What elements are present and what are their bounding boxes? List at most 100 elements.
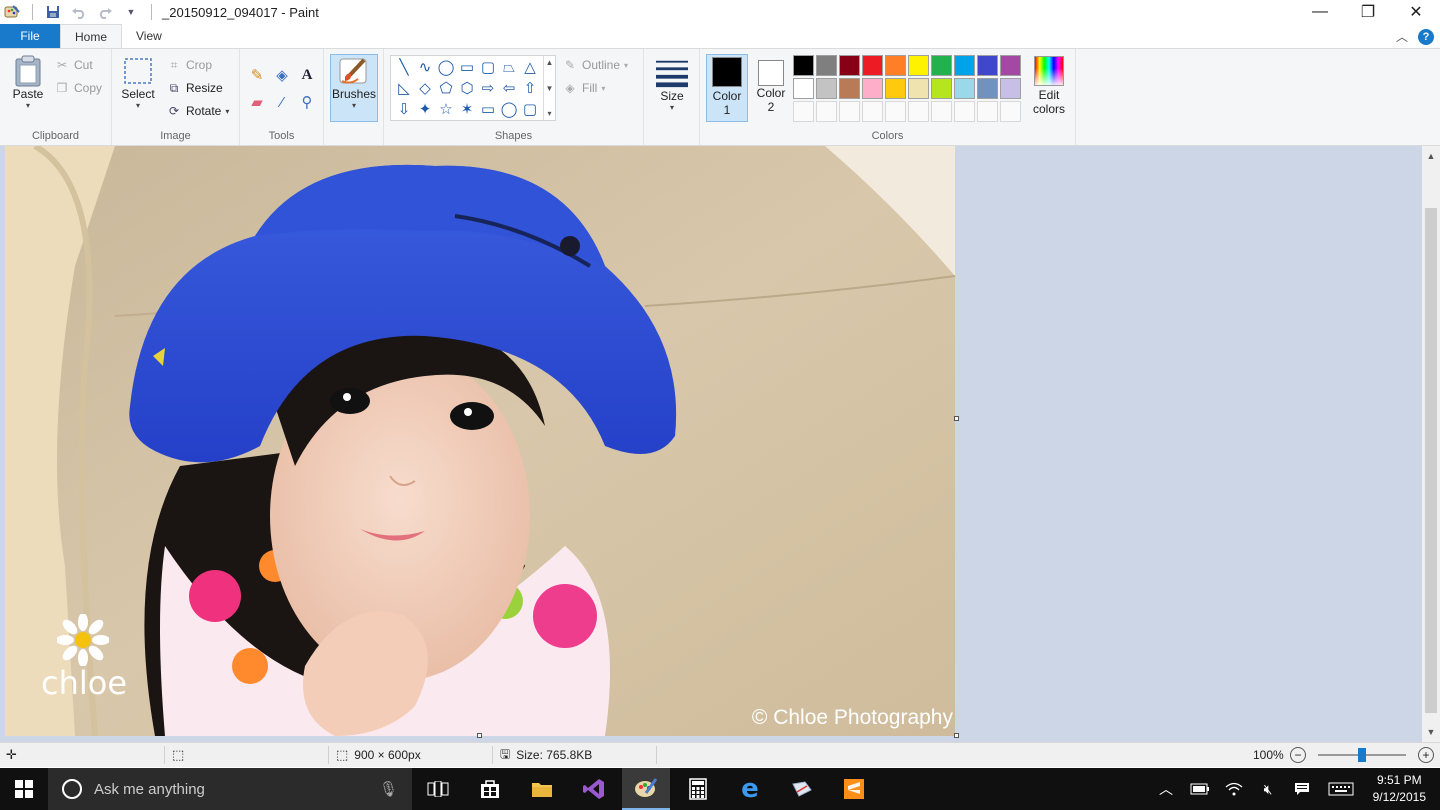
fill-bucket-icon[interactable]: ◈ xyxy=(271,64,293,86)
tab-file[interactable]: File xyxy=(0,24,60,48)
shape-option[interactable]: ⬠ xyxy=(436,78,456,98)
system-clock[interactable]: 9:51 PM 9/12/2015 xyxy=(1373,772,1426,806)
keyboard-icon[interactable] xyxy=(1324,768,1358,810)
task-view-icon[interactable] xyxy=(414,768,462,810)
save-icon[interactable] xyxy=(43,2,63,22)
palette-swatch[interactable] xyxy=(885,101,906,122)
zoom-in-button[interactable]: + xyxy=(1418,747,1434,763)
palette-swatch[interactable] xyxy=(862,55,883,76)
scroll-down-icon[interactable]: ▼ xyxy=(1422,724,1440,740)
fill-button[interactable]: ◈ Fill ▾ xyxy=(562,78,605,98)
text-tool-icon[interactable]: A xyxy=(296,64,318,86)
shape-option[interactable]: ◯ xyxy=(436,57,456,77)
resize-button[interactable]: ⧉ Resize xyxy=(166,78,223,98)
shape-option[interactable]: △ xyxy=(520,57,540,77)
paint-app-icon[interactable] xyxy=(2,2,22,22)
palette-swatch[interactable] xyxy=(1000,78,1021,99)
battery-icon[interactable] xyxy=(1188,768,1212,810)
start-button[interactable] xyxy=(0,768,48,810)
customize-qat-dropdown-icon[interactable]: ▼ xyxy=(121,2,141,22)
palette-swatch[interactable] xyxy=(839,78,860,99)
resize-handle-right[interactable] xyxy=(954,416,959,421)
shape-option[interactable]: ⏢ xyxy=(499,57,519,77)
palette-swatch[interactable] xyxy=(839,55,860,76)
palette-swatch[interactable] xyxy=(885,55,906,76)
shape-option[interactable]: ∿ xyxy=(415,57,435,77)
shape-option[interactable]: ⬡ xyxy=(457,78,477,98)
color2-selector[interactable]: Color 2 xyxy=(750,54,792,122)
shape-option[interactable]: ▭ xyxy=(478,99,498,119)
edit-colors-button[interactable]: Edit colors xyxy=(1027,54,1071,122)
palette-swatch[interactable] xyxy=(931,55,952,76)
palette-swatch[interactable] xyxy=(1000,55,1021,76)
shape-option[interactable]: ⇩ xyxy=(394,99,414,119)
shape-option[interactable]: ▭ xyxy=(457,57,477,77)
copy-button[interactable]: ❐ Copy xyxy=(54,78,102,98)
pencil-icon[interactable]: ✎ xyxy=(246,64,268,86)
shape-option[interactable]: ▢ xyxy=(478,57,498,77)
palette-swatch[interactable] xyxy=(793,55,814,76)
shape-option[interactable]: ⇦ xyxy=(499,78,519,98)
show-hidden-icons-icon[interactable]: ︿ xyxy=(1154,768,1178,810)
sublime-text-icon[interactable] xyxy=(830,768,878,810)
store-icon[interactable] xyxy=(466,768,514,810)
palette-swatch[interactable] xyxy=(793,78,814,99)
shape-option[interactable]: ✶ xyxy=(457,99,477,119)
shape-option[interactable]: ✦ xyxy=(415,99,435,119)
resize-handle-bottom[interactable] xyxy=(477,733,482,738)
rotate-button[interactable]: ⟳ Rotate ▾ xyxy=(166,101,229,121)
palette-swatch[interactable] xyxy=(816,55,837,76)
shape-option[interactable]: ◯ xyxy=(499,99,519,119)
palette-swatch[interactable] xyxy=(908,55,929,76)
shapes-scroll[interactable]: ▲ ▼ ▾ xyxy=(543,56,555,120)
brushes-button[interactable]: Brushes ▾ xyxy=(330,54,378,122)
palette-swatch[interactable] xyxy=(954,78,975,99)
palette-swatch[interactable] xyxy=(839,101,860,122)
size-button[interactable]: Size ▾ xyxy=(652,57,692,112)
palette-swatch[interactable] xyxy=(793,101,814,122)
palette-swatch[interactable] xyxy=(977,78,998,99)
tab-home[interactable]: Home xyxy=(60,24,123,49)
paint-taskbar-icon[interactable] xyxy=(622,768,670,810)
wifi-icon[interactable] xyxy=(1222,768,1246,810)
shape-option[interactable]: ⇧ xyxy=(520,78,540,98)
select-button[interactable]: Select ▾ xyxy=(120,55,156,110)
shape-option[interactable]: ╲ xyxy=(394,57,414,77)
outline-button[interactable]: ✎ Outline ▾ xyxy=(562,55,628,75)
palette-swatch[interactable] xyxy=(931,78,952,99)
shape-option[interactable]: ☆ xyxy=(436,99,456,119)
color-picker-icon[interactable]: ⁄ xyxy=(271,91,293,113)
palette-swatch[interactable] xyxy=(885,78,906,99)
zoom-slider-thumb[interactable] xyxy=(1358,748,1366,762)
palette-swatch[interactable] xyxy=(862,101,883,122)
help-icon[interactable]: ? xyxy=(1418,28,1434,45)
scroll-down-icon[interactable]: ▼ xyxy=(546,84,554,93)
close-button[interactable]: ✕ xyxy=(1392,0,1440,24)
collapse-ribbon-icon[interactable]: ︿ xyxy=(1396,28,1408,45)
vertical-scrollbar[interactable]: ▲ ▼ xyxy=(1422,146,1440,742)
resize-handle-corner[interactable] xyxy=(954,733,959,738)
color1-selector[interactable]: Color 1 xyxy=(706,54,748,122)
scroll-up-icon[interactable]: ▲ xyxy=(546,58,554,67)
palette-swatch[interactable] xyxy=(816,78,837,99)
palette-swatch[interactable] xyxy=(908,78,929,99)
volume-muted-icon[interactable]: 🔇︎ xyxy=(1256,768,1280,810)
zoom-out-button[interactable]: − xyxy=(1290,747,1306,763)
palette-swatch[interactable] xyxy=(816,101,837,122)
minimize-button[interactable]: — xyxy=(1296,0,1344,24)
expand-gallery-icon[interactable]: ▾ xyxy=(547,109,551,118)
palette-swatch[interactable] xyxy=(977,101,998,122)
tab-view[interactable]: View xyxy=(122,24,176,48)
shape-option[interactable]: ◺ xyxy=(394,78,414,98)
canvas-workspace[interactable]: chloe © Chloe Photography xyxy=(0,146,1422,742)
scrollbar-thumb[interactable] xyxy=(1425,208,1437,713)
canvas-image[interactable]: chloe © Chloe Photography xyxy=(5,146,955,736)
palette-swatch[interactable] xyxy=(954,101,975,122)
edge-browser-icon[interactable]: e xyxy=(726,768,774,810)
crop-button[interactable]: ⌗ Crop xyxy=(166,55,212,75)
visual-studio-icon[interactable] xyxy=(570,768,618,810)
palette-swatch[interactable] xyxy=(1000,101,1021,122)
shape-option[interactable]: ▢ xyxy=(520,99,540,119)
palette-swatch[interactable] xyxy=(908,101,929,122)
calculator-icon[interactable] xyxy=(674,768,722,810)
